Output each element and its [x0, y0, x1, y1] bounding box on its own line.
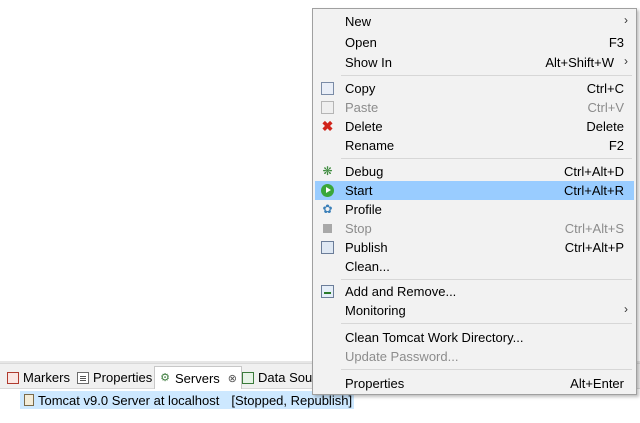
menu-accel: Ctrl+Alt+P: [564, 240, 624, 255]
menu-item-stop[interactable]: Stop Ctrl+Alt+S: [315, 219, 634, 238]
menu-item-new[interactable]: New ›: [315, 12, 634, 31]
menu-label: Open: [345, 35, 377, 50]
menu-item-publish[interactable]: Publish Ctrl+Alt+P: [315, 238, 634, 257]
menu-label: Paste: [345, 100, 379, 115]
menu-accel: Delete: [586, 119, 624, 134]
menu-label: Profile: [345, 202, 382, 217]
menu-separator: [341, 158, 632, 159]
stop-icon: [323, 224, 332, 233]
servers-icon: ⚙: [160, 372, 170, 384]
start-icon: [321, 184, 334, 197]
menu-accel: Ctrl+Alt+S: [564, 221, 624, 236]
tab-properties[interactable]: Properties: [73, 366, 156, 389]
menu-accel: F3: [608, 35, 624, 50]
tab-label: Properties: [93, 370, 153, 385]
menu-separator: [341, 279, 632, 280]
menu-accel: Alt+Shift+W: [545, 55, 614, 70]
menu-label: Copy: [345, 81, 376, 96]
menu-item-show-in[interactable]: Show In Alt+Shift+W ›: [315, 53, 634, 72]
menu-label: Show In: [345, 55, 392, 70]
server-row-tomcat[interactable]: Tomcat v9.0 Server at localhost [Stopped…: [20, 391, 355, 409]
menu-separator: [341, 369, 632, 370]
menu-accel: Alt+Enter: [570, 376, 624, 391]
publish-icon: [321, 241, 334, 254]
menu-separator: [341, 75, 632, 76]
menu-label: Delete: [345, 119, 383, 134]
server-icon: [24, 394, 34, 406]
menu-label: Stop: [345, 221, 372, 236]
copy-icon: [321, 82, 334, 95]
menu-label: Add and Remove...: [345, 284, 457, 299]
menu-item-clean-tomcat-work-directory[interactable]: Clean Tomcat Work Directory...: [315, 328, 634, 347]
tab-data-source[interactable]: Data Sou: [238, 366, 316, 389]
menu-label: Start: [345, 183, 373, 198]
profile-icon: ✿: [322, 202, 333, 216]
submenu-arrow-icon: ›: [624, 13, 628, 27]
menu-accel: Ctrl+Alt+D: [564, 164, 624, 179]
context-menu: New › Open F3 Show In Alt+Shift+W › Copy…: [312, 8, 637, 395]
menu-item-copy[interactable]: Copy Ctrl+C: [315, 79, 634, 98]
menu-separator: [341, 323, 632, 324]
markers-icon: [7, 371, 19, 384]
menu-item-start[interactable]: Start Ctrl+Alt+R: [315, 181, 634, 200]
menu-item-profile[interactable]: ✿ Profile: [315, 200, 634, 219]
menu-label: Update Password...: [345, 349, 459, 364]
data-source-icon: [242, 371, 254, 384]
menu-item-rename[interactable]: Rename F2: [315, 136, 634, 155]
menu-label: Clean Tomcat Work Directory...: [345, 330, 524, 345]
menu-label: Properties: [345, 376, 405, 391]
tab-label: Markers: [23, 370, 70, 385]
menu-label: Clean...: [345, 259, 390, 274]
menu-item-update-password[interactable]: Update Password...: [315, 347, 634, 366]
paste-icon: [321, 101, 334, 114]
tab-markers[interactable]: Markers: [3, 366, 74, 389]
menu-label: Rename: [345, 138, 395, 153]
submenu-arrow-icon: ›: [624, 302, 628, 316]
tab-servers[interactable]: ⚙ Servers ⊗: [154, 366, 243, 389]
debug-icon: ❋: [322, 164, 333, 178]
menu-item-clean[interactable]: Clean...: [315, 257, 634, 276]
menu-item-delete[interactable]: ✖ Delete Delete: [315, 117, 634, 136]
server-name: Tomcat v9.0 Server at localhost: [38, 392, 220, 408]
tab-label: Servers: [175, 370, 220, 386]
menu-item-monitoring[interactable]: Monitoring ›: [315, 301, 634, 320]
menu-item-add-and-remove[interactable]: Add and Remove...: [315, 282, 634, 301]
menu-label: Monitoring: [345, 303, 406, 318]
menu-accel: Ctrl+C: [586, 81, 624, 96]
tab-label: Data Sou: [258, 370, 313, 385]
add-remove-icon: [321, 285, 334, 298]
menu-accel: Ctrl+Alt+R: [564, 183, 624, 198]
menu-accel: F2: [608, 138, 624, 153]
menu-item-paste[interactable]: Paste Ctrl+V: [315, 98, 634, 117]
menu-accel: Ctrl+V: [587, 100, 624, 115]
submenu-arrow-icon: ›: [624, 54, 628, 68]
menu-item-open[interactable]: Open F3: [315, 33, 634, 52]
menu-label: Publish: [345, 240, 388, 255]
menu-label: New: [345, 14, 372, 29]
delete-icon: ✖: [321, 118, 334, 134]
menu-item-debug[interactable]: ❋ Debug Ctrl+Alt+D: [315, 162, 634, 181]
menu-item-properties[interactable]: Properties Alt+Enter: [315, 374, 634, 393]
properties-icon: [77, 371, 89, 384]
menu-label: Debug: [345, 164, 384, 179]
close-icon[interactable]: ⊗: [228, 372, 237, 385]
